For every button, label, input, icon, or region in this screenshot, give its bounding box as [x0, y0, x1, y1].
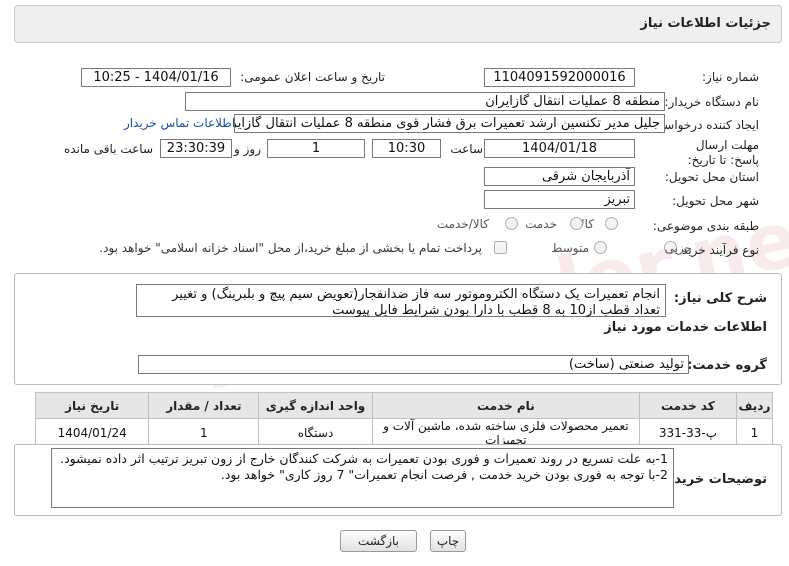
print-button[interactable]: چاپ: [430, 530, 466, 552]
announce-label: تاریخ و ساعت اعلان عمومی:: [240, 70, 385, 84]
table-header-row: ردیف کد خدمت نام خدمت واحد اندازه گیری ت…: [34, 392, 774, 419]
treasury-payment-checkbox[interactable]: [494, 241, 507, 254]
buyer-notes-textarea: 1-به علت تسریع در روند تعمیرات و فوری بو…: [51, 448, 674, 508]
requester-field: جلیل مدیر تکنسین ارشد تعمیرات برق فشار ق…: [234, 114, 665, 133]
buyer-notes-line-2: 2-با توجه به فوری بودن خرید خدمت , فرصت …: [220, 467, 668, 482]
buyer-notes-line-1: 1-به علت تسریع در روند تعمیرات و فوری بو…: [60, 451, 668, 466]
buyer-contact-link[interactable]: اطلاعات تماس خریدار: [124, 116, 235, 130]
col-need-date: تاریخ نیاز: [34, 392, 150, 419]
category-service-label: خدمت: [525, 217, 557, 231]
treasury-payment-note: پرداخت تمام یا بخشی از مبلغ خرید،از محل …: [99, 241, 482, 255]
category-goods-radio[interactable]: [605, 217, 618, 230]
process-minor-label: جزیی: [664, 241, 692, 255]
deadline-date-field: 1404/01/18: [484, 139, 635, 158]
description-textarea: انجام تعمیرات یک دستگاه الکتروموتور سه ف…: [136, 284, 666, 318]
province-field: آذربایجان شرقی: [484, 167, 635, 186]
services-section-title: اطلاعات خدمات مورد نیاز: [604, 320, 767, 335]
description-label: شرح کلی نیاز:: [673, 291, 767, 306]
service-group-label: گروه خدمت:: [687, 358, 767, 373]
deadline-time-field: 10:30: [372, 139, 441, 158]
announce-datetime-field: 1404/01/16 - 10:25: [81, 68, 231, 87]
province-label: استان محل تحویل:: [664, 170, 759, 184]
remaining-time-field: 23:30:39: [160, 139, 232, 158]
buyer-org-field: منطقه 8 عملیات انتقال گازایران: [185, 92, 665, 111]
category-label: طبقه بندی موضوعی:: [652, 219, 759, 233]
category-goods-service-label: کالا/خدمت: [436, 217, 489, 231]
process-medium-radio[interactable]: [594, 241, 607, 254]
need-number-field: 1104091592000016: [484, 68, 635, 87]
page-header: جزئیات اطلاعات نیاز: [14, 5, 782, 43]
city-label: شهر محل تحویل:: [672, 194, 759, 208]
requester-label: ایجاد کننده درخواست:: [648, 118, 759, 132]
col-quantity: تعداد / مقدار: [148, 392, 260, 419]
buyer-org-label: نام دستگاه خریدار:: [664, 95, 760, 109]
category-service-radio[interactable]: [570, 217, 583, 230]
need-number-label: شماره نیاز:: [702, 70, 759, 84]
deadline-time-label: ساعت: [450, 142, 483, 156]
deadline-label: مهلت ارسال پاسخ: تا تاریخ:: [687, 138, 759, 167]
col-row-number: ردیف: [735, 392, 774, 419]
col-service-code: کد خدمت: [639, 392, 737, 419]
col-unit: واحد اندازه گیری: [258, 392, 373, 419]
page-title: جزئیات اطلاعات نیاز: [640, 16, 771, 31]
services-table: ردیف کد خدمت نام خدمت واحد اندازه گیری ت…: [34, 392, 774, 448]
back-button[interactable]: بازگشت: [340, 530, 417, 552]
process-medium-label: متوسط: [551, 241, 589, 255]
remaining-days-label: روز و: [234, 142, 261, 156]
city-field: تبریز: [484, 190, 635, 209]
remaining-days-field: 1: [267, 139, 365, 158]
col-service-name: نام خدمت: [371, 392, 641, 419]
category-goods-service-radio[interactable]: [505, 217, 518, 230]
service-group-field: تولید صنعتی (ساخت): [138, 355, 689, 374]
remaining-time-label: ساعت باقی مانده: [63, 142, 153, 156]
